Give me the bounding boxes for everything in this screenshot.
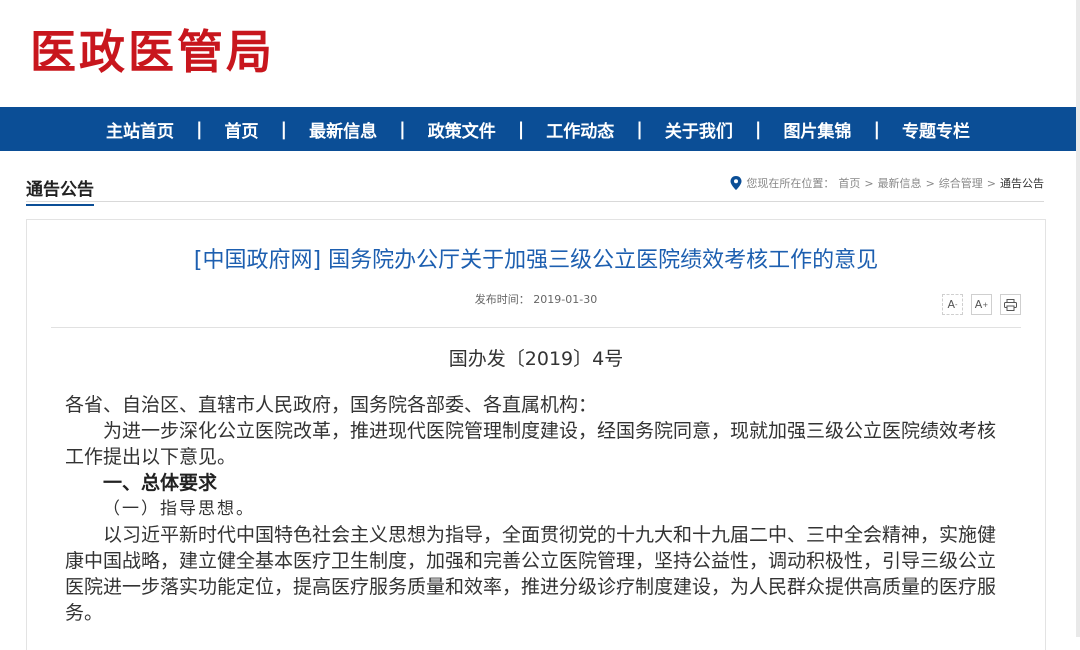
printer-icon <box>1004 298 1017 311</box>
breadcrumb-latest-info[interactable]: 最新信息 <box>878 175 922 191</box>
breadcrumb-general-management[interactable]: 综合管理 <box>939 175 983 191</box>
nav-separator: | <box>195 118 203 140</box>
article-title: [中国政府网] 国务院办公厅关于加强三级公立医院绩效考核工作的意见 <box>193 248 879 273</box>
paragraph: 以习近平新时代中国特色社会主义思想为指导，全面贯彻党的十九大和十九届二中、三中全… <box>65 524 997 624</box>
print-button[interactable] <box>1000 294 1021 315</box>
nav-item-about-us[interactable]: 关于我们 <box>643 117 755 142</box>
font-decrease-button[interactable]: A- <box>942 294 963 315</box>
subsection-heading: （一）指导思想。 <box>103 499 255 519</box>
breadcrumb: 您现在所在位置： 首页 > 最新信息 > 综合管理 > 通告公告 <box>730 175 1044 191</box>
article-tools: A- A + <box>942 294 1021 315</box>
nav-item-latest-info[interactable]: 最新信息 <box>287 117 399 142</box>
article-panel: [中国政府网] 国务院办公厅关于加强三级公立医院绩效考核工作的意见 发布时间： … <box>26 219 1046 650</box>
location-pin-icon <box>730 176 742 190</box>
nav-separator: | <box>399 118 406 140</box>
paragraph: 为进一步深化公立医院改革，推进现代医院管理制度建设，经国务院同意，现就加强三级公… <box>65 420 997 468</box>
nav-separator: | <box>636 118 643 140</box>
breadcrumb-separator: > <box>864 176 874 190</box>
nav-separator: | <box>754 118 762 140</box>
breadcrumb-separator: > <box>986 176 996 190</box>
nav-item-main-home[interactable]: 主站首页 <box>84 117 196 142</box>
publish-date: 2019-01-30 <box>533 293 598 306</box>
publish-label: 发布时间： <box>474 293 530 306</box>
nav-item-home[interactable]: 首页 <box>203 117 281 142</box>
document-number: 国办发〔2019〕4号 <box>448 348 624 370</box>
section-divider <box>26 201 1044 202</box>
article-body: 各省、自治区、直辖市人民政府，国务院各部委、各直属机构： 为进一步深化公立医院改… <box>65 392 1005 626</box>
breadcrumb-home[interactable]: 首页 <box>838 175 860 191</box>
nav-item-work-news[interactable]: 工作动态 <box>524 117 636 142</box>
nav-separator: | <box>873 118 881 140</box>
site-logo[interactable]: 医政医管局 <box>30 16 275 82</box>
publish-info: 发布时间： 2019-01-30 <box>27 291 1045 307</box>
nav-item-policy-docs[interactable]: 政策文件 <box>406 117 518 142</box>
nav-item-photo-gallery[interactable]: 图片集锦 <box>761 117 873 142</box>
nav-separator: | <box>517 118 525 140</box>
breadcrumb-current[interactable]: 通告公告 <box>1000 175 1044 191</box>
article-divider <box>51 327 1021 328</box>
main-nav: 主站首页 | 首页 | 最新信息 | 政策文件 | 工作动态 | 关于我们 | … <box>0 107 1076 151</box>
section-heading: 一、总体要求 <box>103 472 218 494</box>
breadcrumb-prefix: 您现在所在位置： <box>746 177 835 190</box>
nav-item-special-topics[interactable]: 专题专栏 <box>880 117 992 142</box>
nav-separator: | <box>280 118 288 140</box>
breadcrumb-separator: > <box>925 176 935 190</box>
font-increase-button[interactable]: A + <box>971 294 992 315</box>
salutation: 各省、自治区、直辖市人民政府，国务院各部委、各直属机构： <box>65 394 598 416</box>
scrollbar[interactable] <box>1076 0 1080 637</box>
